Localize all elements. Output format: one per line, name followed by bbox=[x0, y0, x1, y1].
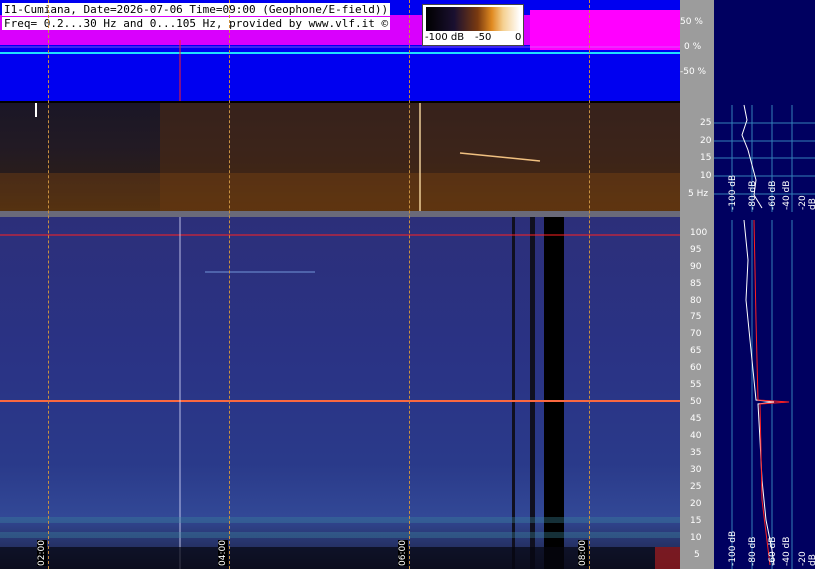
db-top-20: -20 dB bbox=[798, 195, 815, 210]
db-top-80: -80 dB bbox=[748, 180, 758, 210]
time-gridline-08 bbox=[589, 0, 590, 569]
hf-tick-50: 50 bbox=[690, 397, 702, 407]
db-bottom-80: -80 dB bbox=[748, 536, 758, 566]
hf-tick-65: 65 bbox=[690, 346, 702, 356]
hf-tick-80: 80 bbox=[690, 296, 702, 306]
db-top-100: -100 dB bbox=[728, 174, 738, 210]
db-top-40: -40 dB bbox=[782, 180, 792, 210]
time-label-06: 06:00 bbox=[398, 540, 408, 566]
db-bottom-20: -20 dB bbox=[798, 551, 815, 566]
hf-tick-70: 70 bbox=[690, 329, 702, 339]
db-bottom-60: -60 dB bbox=[768, 536, 778, 566]
hf-tick-40: 40 bbox=[690, 431, 702, 441]
waveform-tick-50: 50 % bbox=[680, 17, 703, 27]
hf-tick-75: 75 bbox=[690, 312, 702, 322]
hf-tick-45: 45 bbox=[690, 414, 702, 424]
hf-tick-60: 60 bbox=[690, 363, 702, 373]
hf-tick-20: 20 bbox=[690, 499, 702, 509]
spectrum-profiles bbox=[714, 104, 815, 569]
time-label-02: 02:00 bbox=[37, 540, 47, 566]
low-freq-tick-5: 5 Hz bbox=[688, 189, 709, 199]
db-top-60: -60 dB bbox=[768, 180, 778, 210]
hf-tick-10: 10 bbox=[690, 533, 702, 543]
low-freq-tick-15: 15 bbox=[700, 153, 712, 163]
db-bottom-100: -100 dB bbox=[728, 530, 738, 566]
hf-tick-25: 25 bbox=[690, 482, 702, 492]
hf-tick-15: 15 bbox=[690, 516, 702, 526]
color-scale-legend: -100 dB -50 0 bbox=[422, 4, 524, 46]
time-gridline-06 bbox=[409, 0, 410, 569]
header-line-2: Freq= 0.2...30 Hz and 0...105 Hz, provid… bbox=[2, 17, 391, 30]
header-line-1: I1-Cumiana, Date=2026-07-06 Time=09:00 (… bbox=[2, 3, 391, 16]
low-freq-tick-20: 20 bbox=[700, 136, 712, 146]
low-frequency-spectrogram bbox=[0, 103, 680, 211]
spectrum-side-panel: 25 20 15 10 5 Hz bbox=[688, 0, 815, 569]
colorbar-label-min: -100 dB bbox=[425, 32, 465, 43]
low-frequency-texture bbox=[0, 103, 680, 211]
hf-tick-55: 55 bbox=[690, 380, 702, 390]
colorbar-label-max: 0 bbox=[515, 32, 522, 43]
time-gridline-04 bbox=[229, 0, 230, 569]
time-gridline-02 bbox=[48, 0, 49, 569]
high-frequency-spectrogram bbox=[0, 217, 680, 569]
time-label-04: 04:00 bbox=[218, 540, 228, 566]
time-label-08: 08:00 bbox=[578, 540, 588, 566]
waveform-tick-0: 0 % bbox=[684, 42, 702, 52]
hf-tick-95: 95 bbox=[690, 245, 702, 255]
low-freq-tick-25: 25 bbox=[700, 118, 712, 128]
colorbar-label-mid: -50 bbox=[475, 32, 492, 43]
db-bottom-40: -40 dB bbox=[782, 536, 792, 566]
low-freq-tick-10: 10 bbox=[700, 171, 712, 181]
spectrogram-window: I1-Cumiana, Date=2026-07-06 Time=09:00 (… bbox=[0, 0, 815, 569]
waveform-tick-neg50: -50 % bbox=[680, 67, 707, 77]
hf-tick-85: 85 bbox=[690, 279, 702, 289]
hf-tick-100: 100 bbox=[690, 228, 708, 238]
hf-tick-5: 5 bbox=[694, 550, 700, 560]
hf-tick-35: 35 bbox=[690, 448, 702, 458]
high-frequency-texture bbox=[0, 217, 680, 569]
hf-tick-30: 30 bbox=[690, 465, 702, 475]
hf-tick-90: 90 bbox=[690, 262, 702, 272]
color-gradient bbox=[426, 7, 520, 31]
